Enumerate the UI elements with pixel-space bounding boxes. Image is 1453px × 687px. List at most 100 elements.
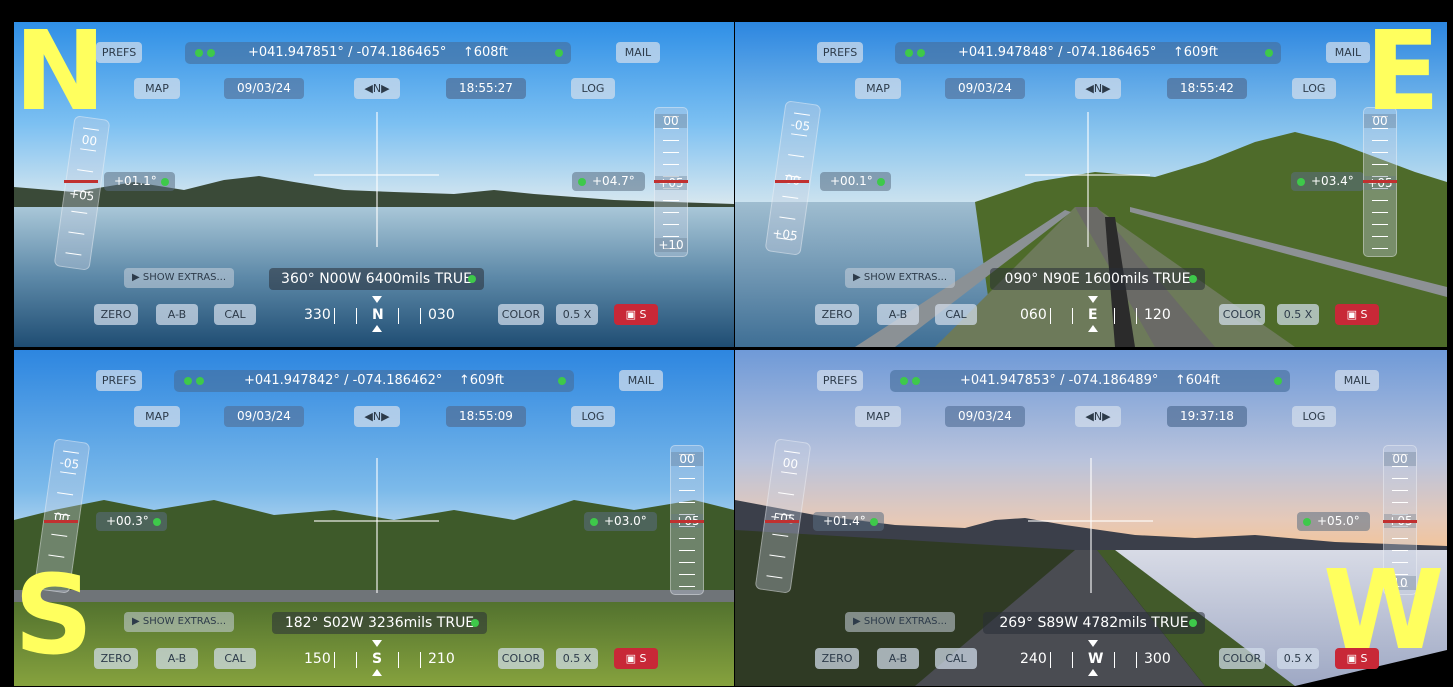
color-button[interactable]: COLOR: [498, 304, 544, 325]
roll-scale-tick: [663, 140, 679, 141]
roll-scale-tick: [663, 236, 679, 237]
roll-scale-tick: [663, 128, 679, 129]
crosshair-horizontal: [313, 174, 439, 176]
panel-west: PREFS +041.947853° / -074.186489° ↑604ft M…: [735, 350, 1447, 686]
pitch-arc-tick: [788, 154, 805, 158]
log-button[interactable]: LOG: [571, 406, 615, 427]
heading-text: 269° S89W 4782mils TRUE: [999, 615, 1189, 631]
tilt-status-dot: [578, 178, 586, 186]
north-toggle-button[interactable]: ◀N▶: [1075, 78, 1121, 99]
pitch-arc-tick: [80, 148, 97, 152]
color-button[interactable]: COLOR: [1219, 648, 1265, 669]
tilt-left-readout: +01.4°: [813, 512, 884, 531]
gps-status-dot: [555, 49, 563, 57]
camera-icon: ▣: [625, 308, 640, 321]
roll-scale-tick: [679, 562, 695, 563]
compass-tick: [398, 308, 399, 324]
map-button[interactable]: MAP: [134, 78, 180, 99]
compass-pointer-bottom: [372, 669, 382, 676]
roll-scale-tick: [679, 466, 695, 467]
zoom-button[interactable]: 0.5 X: [556, 648, 598, 669]
roll-marker-right: [1363, 180, 1397, 183]
mail-button[interactable]: MAIL: [1326, 42, 1370, 63]
compass-left-label: 150: [304, 651, 331, 667]
compass-pointer-bottom: [1088, 669, 1098, 676]
tilt-right-readout: +05.0°: [1297, 512, 1370, 531]
cal-button[interactable]: CAL: [214, 304, 256, 325]
panel-north: PREFS +041.947851° / -074.186465° ↑608ft M…: [14, 22, 734, 347]
log-button[interactable]: LOG: [1292, 406, 1336, 427]
compass-right-label: 210: [428, 651, 455, 667]
zoom-button[interactable]: 0.5 X: [1277, 304, 1319, 325]
date-display: 09/03/24: [945, 78, 1025, 99]
compass-tick: [334, 652, 335, 668]
compass-right-label: 030: [428, 307, 455, 323]
show-extras-button[interactable]: ▶ SHOW EXTRAS...: [124, 612, 234, 632]
roll-scale-label: +10: [655, 238, 687, 252]
roll-scale-tick: [1372, 152, 1388, 153]
zero-button[interactable]: ZERO: [94, 304, 138, 325]
roll-scale-label: +05: [1364, 176, 1396, 190]
roll-scale-tick: [679, 478, 695, 479]
pitch-arc-tick: [57, 492, 74, 496]
color-button[interactable]: COLOR: [498, 648, 544, 669]
heading-text: 090° N90E 1600mils TRUE: [1004, 271, 1191, 287]
log-button[interactable]: LOG: [1292, 78, 1336, 99]
compass-pointer-bottom: [372, 325, 382, 332]
tilt-status-dot: [152, 518, 161, 526]
north-toggle-button[interactable]: ◀N▶: [354, 406, 400, 427]
compass-strip: 240 W 300: [1010, 640, 1171, 676]
roll-scale-tick: [1372, 164, 1388, 165]
zoom-button[interactable]: 0.5 X: [1277, 648, 1319, 669]
compass-right-label: 300: [1144, 651, 1171, 667]
zero-button[interactable]: ZERO: [815, 648, 859, 669]
ab-button[interactable]: A-B: [156, 648, 198, 669]
time-display: 18:55:27: [446, 78, 526, 99]
color-button[interactable]: COLOR: [1219, 304, 1265, 325]
heading-status-dot: [1189, 275, 1197, 283]
log-button[interactable]: LOG: [571, 78, 615, 99]
show-extras-button[interactable]: ▶ SHOW EXTRAS...: [845, 268, 955, 288]
roll-scale-tick: [1392, 538, 1408, 539]
compass-cardinal: N: [372, 307, 384, 323]
map-button[interactable]: MAP: [134, 406, 180, 427]
camera-button[interactable]: ▣ S: [1335, 304, 1379, 325]
map-button[interactable]: MAP: [855, 406, 901, 427]
cal-button[interactable]: CAL: [935, 648, 977, 669]
mail-button[interactable]: MAIL: [619, 370, 663, 391]
mail-button[interactable]: MAIL: [616, 42, 660, 63]
pitch-marker-left: [775, 180, 809, 183]
compass-tick: [1072, 308, 1073, 324]
ab-button[interactable]: A-B: [877, 304, 919, 325]
cal-button[interactable]: CAL: [214, 648, 256, 669]
gps-status-dot: [196, 377, 204, 385]
camera-button[interactable]: ▣ S: [614, 304, 658, 325]
prefs-button[interactable]: PREFS: [96, 370, 142, 391]
altitude-text: ↑609ft: [458, 373, 505, 388]
heading-readout: 269° S89W 4782mils TRUE: [983, 612, 1205, 634]
prefs-button[interactable]: PREFS: [817, 42, 863, 63]
prefs-button[interactable]: PREFS: [817, 370, 863, 391]
show-extras-button[interactable]: ▶ SHOW EXTRAS...: [845, 612, 955, 632]
zoom-button[interactable]: 0.5 X: [556, 304, 598, 325]
roll-scale-tick: [1372, 140, 1388, 141]
north-toggle-button[interactable]: ◀N▶: [354, 78, 400, 99]
pitch-arc-tick: [791, 133, 808, 137]
roll-scale-tick: [1392, 478, 1408, 479]
camera-button[interactable]: ▣ S: [614, 648, 658, 669]
ab-button[interactable]: A-B: [156, 304, 198, 325]
north-toggle-button[interactable]: ◀N▶: [1075, 406, 1121, 427]
zero-button[interactable]: ZERO: [815, 304, 859, 325]
pitch-arc-tick: [77, 169, 94, 173]
roll-scale-tick: [663, 224, 679, 225]
cal-button[interactable]: CAL: [935, 304, 977, 325]
pitch-arc-label: 00: [781, 455, 799, 472]
map-button[interactable]: MAP: [855, 78, 901, 99]
heading-readout: 090° N90E 1600mils TRUE: [990, 268, 1205, 290]
ab-button[interactable]: A-B: [877, 648, 919, 669]
zero-button[interactable]: ZERO: [94, 648, 138, 669]
mail-button[interactable]: MAIL: [1335, 370, 1379, 391]
pitch-arc-label: -05: [58, 455, 81, 472]
show-extras-button[interactable]: ▶ SHOW EXTRAS...: [124, 268, 234, 288]
